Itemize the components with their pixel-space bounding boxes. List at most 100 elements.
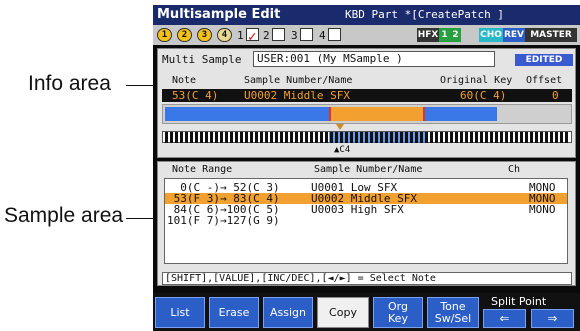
- sample-header: Sample Number/Name: [244, 75, 353, 86]
- keyboard-key: [290, 132, 293, 143]
- part-checkbox-4[interactable]: [328, 28, 341, 41]
- keyboard-key: [210, 132, 213, 143]
- keyboard-key: [495, 132, 498, 143]
- keyboard-key: [345, 132, 348, 143]
- keyboard-key: [415, 132, 418, 143]
- sample-list[interactable]: 0(C -)→ 52(C 3) U0001 Low SFX MONO 53(F …: [164, 178, 568, 264]
- master-tag: MASTER: [525, 28, 577, 42]
- keyboard-key: [170, 132, 173, 143]
- org-key-button[interactable]: Org Key: [373, 297, 423, 328]
- erase-button[interactable]: Erase: [209, 297, 259, 328]
- zone-middle: [329, 107, 425, 121]
- part-number-4: 4: [319, 29, 326, 42]
- keyboard-key: [425, 132, 428, 143]
- synth-screen: Multisample Edit KBD Part *[CreatePatch …: [153, 5, 580, 331]
- selected-sample-row[interactable]: 53(C 4) U0002 Middle SFX 60(C 4) 0: [162, 89, 572, 102]
- function-buttons: List Erase Assign Copy Org Key Tone Sw/S…: [153, 293, 580, 331]
- keyboard-key: [205, 132, 208, 143]
- keyboard-key: [460, 132, 463, 143]
- part-circle-4[interactable]: 4: [217, 28, 232, 42]
- keyboard-key: [550, 132, 553, 143]
- keyboard-key: [225, 132, 228, 143]
- keyboard-key: [190, 132, 193, 143]
- info-area-callout: Info area: [28, 72, 111, 95]
- selected-original-key: 60(C 4): [460, 89, 507, 102]
- multisample-field[interactable]: USER:001 (My MSample ): [253, 51, 495, 67]
- keyboard-key: [530, 132, 533, 143]
- part-circle-2[interactable]: 2: [177, 28, 192, 42]
- keyboard-key: [350, 132, 353, 143]
- part-number-2: 2: [263, 29, 270, 42]
- keyboard-key: [200, 132, 203, 143]
- keyboard-key: [270, 132, 273, 143]
- part-checkbox-2[interactable]: [272, 28, 285, 41]
- screen-title: Multisample Edit: [157, 7, 281, 22]
- keyboard-key: [195, 132, 198, 143]
- part-checkbox-1[interactable]: ✓: [246, 28, 259, 45]
- keyboard-key: [405, 132, 408, 143]
- sample-area-leader: [126, 218, 154, 219]
- keyboard-key: [525, 132, 528, 143]
- keyboard-key: [545, 132, 548, 143]
- keyboard-key: [515, 132, 518, 143]
- info-area: Multi Sample USER:001 (My MSample ) EDIT…: [157, 48, 576, 158]
- list-button[interactable]: List: [155, 297, 205, 328]
- keyboard-key: [390, 132, 393, 143]
- keyboard-key: [475, 132, 478, 143]
- offset-header: Offset: [526, 75, 563, 86]
- keyboard-key: [185, 132, 188, 143]
- arrow-right-icon: ⇒: [547, 308, 558, 327]
- keyboard-key: [420, 132, 423, 143]
- sample-zone-bar[interactable]: [162, 104, 572, 124]
- keyboard-key: [510, 132, 513, 143]
- keyboard-key: [250, 132, 253, 143]
- keyboard-key: [565, 132, 568, 143]
- original-key-marker: [336, 124, 344, 130]
- part-circle-3[interactable]: 3: [197, 28, 212, 42]
- copy-button[interactable]: Copy: [317, 297, 369, 328]
- help-hint: [SHIFT],[VALUE],[INC/DEC],[◄/►] = Select…: [162, 272, 572, 285]
- keyboard-key: [450, 132, 453, 143]
- tone-sw-sel-button[interactable]: Tone Sw/Sel: [427, 297, 479, 328]
- assign-button[interactable]: Assign: [263, 297, 313, 328]
- keyboard-key: [340, 132, 343, 143]
- sample-area: Note Range Sample Number/Name Ch 0(C -)→…: [157, 161, 576, 286]
- keyboard-key: [355, 132, 358, 143]
- part-circle-1[interactable]: 1: [157, 28, 172, 42]
- keyboard-key: [175, 132, 178, 143]
- original-key-header: Original Key: [440, 75, 513, 86]
- multisample-label: Multi Sample: [162, 53, 242, 66]
- hfx-2-tag: 2: [450, 28, 461, 42]
- keyboard-key: [320, 132, 323, 143]
- keyboard-key: [235, 132, 238, 143]
- list-item[interactable]: 101(F 7)→127(G 9): [165, 215, 567, 226]
- keyboard-key: [365, 132, 368, 143]
- keyboard-key: [230, 132, 233, 143]
- keyboard-key: [215, 132, 218, 143]
- keyboard-strip[interactable]: [162, 131, 572, 143]
- zone-high: [425, 107, 497, 121]
- keyboard-key: [165, 132, 168, 143]
- keyboard-key: [445, 132, 448, 143]
- note-range-header: Note Range: [172, 164, 233, 175]
- split-point-label: Split Point: [491, 295, 547, 308]
- keyboard-key: [400, 132, 403, 143]
- info-area-leader: [126, 85, 154, 86]
- hfx-tag: HFX: [417, 28, 439, 42]
- cho-tag: CHO: [479, 28, 503, 42]
- keyboard-key: [245, 132, 248, 143]
- split-left-button[interactable]: ⇐: [483, 309, 526, 328]
- keyboard-key: [395, 132, 398, 143]
- sample-name-header: Sample Number/Name: [314, 164, 423, 175]
- arrow-left-icon: ⇐: [499, 308, 510, 327]
- keyboard-key: [480, 132, 483, 143]
- keyboard-key: [370, 132, 373, 143]
- keyboard-key: [280, 132, 283, 143]
- keyboard-key: [305, 132, 308, 143]
- selected-note: 53(C 4): [172, 89, 219, 102]
- split-right-button[interactable]: ⇒: [531, 309, 574, 328]
- keyboard-key: [220, 132, 223, 143]
- keyboard-key: [295, 132, 298, 143]
- keyboard-key: [335, 132, 338, 143]
- part-checkbox-3[interactable]: [300, 28, 313, 41]
